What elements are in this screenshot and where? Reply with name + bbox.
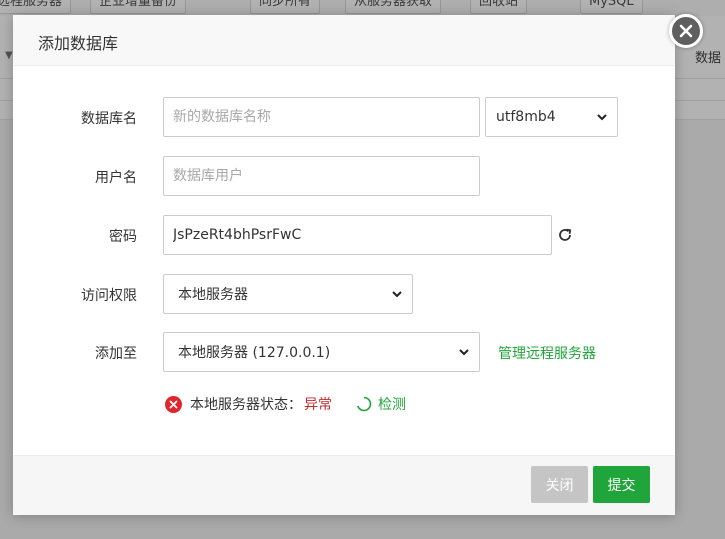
password-field[interactable] bbox=[163, 215, 552, 255]
refresh-icon[interactable] bbox=[557, 227, 573, 243]
db-name-label: 数据库名 bbox=[81, 111, 137, 127]
add-to-select[interactable]: 本地服务器 (127.0.0.1) bbox=[163, 332, 480, 372]
chevron-down-icon bbox=[597, 114, 607, 121]
charset-select[interactable]: utf8mb4 bbox=[485, 97, 618, 137]
dialog-title: 添加数据库 bbox=[38, 34, 119, 53]
username-field[interactable] bbox=[163, 156, 480, 196]
access-value: 本地服务器 bbox=[178, 287, 248, 303]
dialog-header: 添加数据库 bbox=[13, 15, 675, 66]
error-icon bbox=[165, 395, 182, 413]
username-label: 用户名 bbox=[95, 170, 137, 186]
server-status-label: 本地服务器状态： bbox=[190, 397, 302, 413]
chevron-down-icon bbox=[392, 291, 402, 298]
manage-remote-servers-link[interactable]: 管理远程服务器 bbox=[498, 343, 596, 363]
close-icon[interactable] bbox=[669, 14, 703, 48]
db-name-field[interactable] bbox=[163, 97, 480, 137]
loading-icon bbox=[357, 396, 372, 412]
check-link[interactable]: 检测 bbox=[356, 394, 406, 414]
access-select[interactable]: 本地服务器 bbox=[163, 274, 413, 314]
db-name-input[interactable] bbox=[173, 98, 470, 136]
add-to-label: 添加至 bbox=[95, 346, 137, 362]
server-status-value: 异常 bbox=[304, 397, 332, 413]
dialog-footer: 关闭 提交 bbox=[13, 455, 675, 515]
password-input[interactable] bbox=[173, 216, 542, 254]
chevron-down-icon bbox=[459, 349, 469, 356]
add-database-dialog: 添加数据库 数据库名 utf8mb4 用户名 密码 访问权限 本地服务器 添加至… bbox=[13, 14, 703, 515]
access-label: 访问权限 bbox=[81, 288, 137, 304]
server-status-row: 本地服务器状态： 异常 检测 bbox=[165, 394, 406, 414]
submit-button[interactable]: 提交 bbox=[593, 466, 650, 503]
password-label: 密码 bbox=[109, 229, 137, 245]
check-label[interactable]: 检测 bbox=[378, 394, 406, 414]
add-to-value: 本地服务器 (127.0.0.1) bbox=[178, 345, 331, 361]
username-input[interactable] bbox=[173, 157, 470, 195]
close-button[interactable]: 关闭 bbox=[531, 466, 588, 503]
charset-value: utf8mb4 bbox=[496, 109, 556, 125]
